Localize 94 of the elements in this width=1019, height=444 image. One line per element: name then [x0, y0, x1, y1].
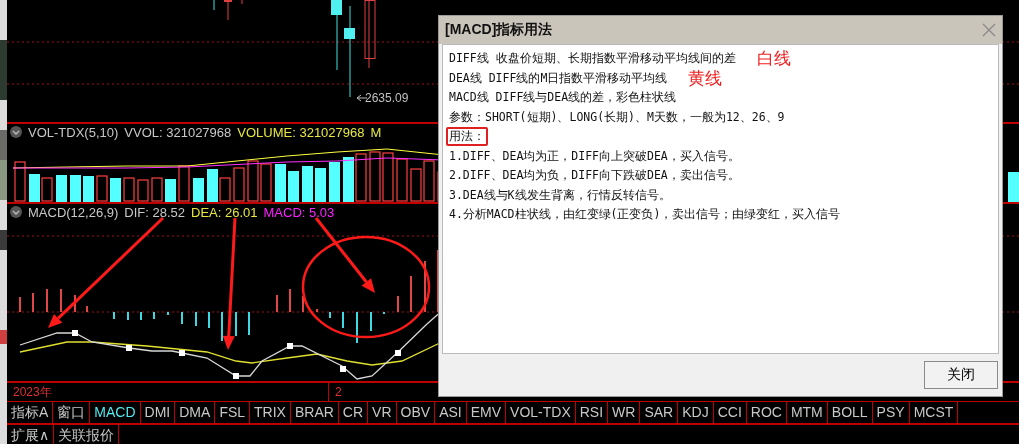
volume-bar — [410, 168, 422, 202]
candlestick — [213, 0, 215, 11]
annotation-note: 白线 — [756, 48, 791, 71]
volume-bar — [382, 152, 394, 202]
indicator-tab[interactable]: BRAR — [290, 402, 339, 423]
volume-bar — [165, 179, 176, 202]
volume-bar — [151, 177, 163, 202]
volume-bar — [343, 157, 354, 202]
candlestick — [241, 0, 243, 5]
indicator-tab[interactable]: MCST — [909, 402, 959, 423]
help-text-line: 4.分析MACD柱状线，由红变绿(正变负)，卖出信号；由绿变红，买入信号 — [448, 206, 842, 224]
indicator-tab[interactable]: 指标A — [7, 402, 54, 423]
point-marker — [287, 343, 293, 349]
indicator-tab[interactable]: SAR — [640, 402, 679, 423]
volume-bar — [178, 165, 190, 202]
chevron-down-icon[interactable] — [10, 206, 22, 218]
indicator-tab[interactable]: RSI — [575, 402, 609, 423]
volume-bar — [96, 175, 108, 202]
indicator-tab[interactable]: VOL-TDX — [506, 402, 576, 423]
indicator-name: VOL-TDX(5,10) — [28, 124, 119, 140]
annotation-note: 黄线 — [688, 67, 723, 90]
point-marker — [126, 345, 132, 351]
indicator-tab[interactable]: CR — [338, 402, 369, 423]
toolbar-tab[interactable]: 扩展∧ — [7, 425, 55, 444]
price-label: 2635.09 — [365, 91, 409, 105]
help-text-line: 2.DIFF、DEA均为负，DIFF向下跌破DEA，卖出信号。 — [448, 167, 741, 185]
volume-bar — [29, 174, 40, 202]
volume-bar — [83, 176, 94, 202]
point-marker — [233, 373, 239, 379]
indicator-tab[interactable]: OBV — [396, 402, 436, 423]
volume-bar — [260, 163, 272, 202]
volume-bar — [288, 171, 299, 202]
indicator-tab[interactable]: TRIX — [250, 402, 291, 423]
help-text-line: 参数：SHORT(短期)、LONG(长期)、M天数，一般为12、26、9 — [448, 108, 786, 126]
candlestick — [331, 0, 342, 71]
point-marker — [72, 330, 78, 336]
close-button[interactable]: 关闭 — [924, 361, 998, 389]
indicator-tab[interactable]: BOLL — [827, 402, 873, 423]
volume-bar — [329, 162, 340, 202]
help-text-line: 1.DIFF、DEA均为正，DIFF向上突破DEA，买入信号。 — [448, 147, 741, 165]
indicator-value: DEA: 26.01 — [191, 204, 258, 220]
volume-bar — [193, 178, 204, 202]
help-text-line: 3.DEA线与K线发生背离，行情反转信号。 — [448, 186, 672, 204]
indicator-tab[interactable]: CCI — [713, 402, 747, 423]
indicator-tab[interactable]: PSY — [872, 402, 910, 423]
indicator-value: VOLUME: 321027968 — [237, 124, 365, 140]
volume-bar — [247, 160, 259, 202]
volume-bar — [70, 175, 81, 202]
indicator-value: MACD: 5.03 — [263, 204, 335, 220]
indicator-tab[interactable]: DMI — [140, 402, 176, 423]
indicator-tab[interactable]: VR — [368, 402, 397, 423]
help-text-line: DEA线 DIFF线的M日指数平滑移动平均线 — [448, 69, 669, 87]
indicator-tab[interactable]: 窗口 — [53, 402, 91, 423]
volume-bar — [275, 164, 286, 202]
volume-bar — [207, 169, 218, 202]
indicator-tab[interactable]: FSL — [215, 402, 251, 423]
indicator-tab[interactable]: WR — [608, 402, 641, 423]
indicator-name: MACD(12,26,9) — [28, 204, 119, 220]
volume-bar — [219, 177, 231, 202]
indicator-value: VVOL: 321027968 — [124, 124, 232, 140]
volume-bar — [56, 175, 67, 202]
indicator-value: M — [370, 124, 382, 140]
point-marker — [179, 350, 185, 356]
volume-bar — [41, 177, 53, 202]
help-text-line: DIFF线 收盘价短期、长期指数平滑移动平均线间的差 — [448, 50, 737, 68]
candlestick — [224, 0, 232, 21]
indicator-tab[interactable]: MTM — [786, 402, 828, 423]
indicator-tab[interactable]: ROC — [746, 402, 787, 423]
volume-bar — [110, 178, 121, 202]
chevron-down-icon[interactable] — [10, 126, 22, 138]
indicator-tab[interactable]: ASI — [435, 402, 467, 423]
volume-bar — [396, 158, 408, 202]
indicator-tab[interactable]: MACD — [90, 402, 141, 423]
volume-bar — [14, 161, 26, 202]
toolbar-tab[interactable]: 关联报价 — [54, 425, 120, 444]
volume-bar — [233, 167, 245, 202]
volume-bar — [423, 160, 435, 202]
point-marker — [395, 350, 401, 356]
dialog-title: [MACD]指标用法 — [445, 21, 553, 39]
volume-bar — [369, 151, 381, 202]
indicator-tab[interactable]: EMV — [466, 402, 507, 423]
indicator-tab[interactable]: DMA — [175, 402, 216, 423]
volume-bar — [137, 179, 149, 202]
indicator-tab[interactable]: KDJ — [678, 402, 714, 423]
volume-bar — [1008, 172, 1019, 202]
volume-bar — [123, 177, 135, 202]
volume-bar — [315, 168, 326, 202]
help-text-line: MACD线 DIFF线与DEA线的差，彩色柱状线 — [448, 89, 678, 107]
date-label: 2 — [334, 384, 343, 401]
candlestick — [364, 0, 376, 69]
volume-bar — [355, 153, 367, 202]
volume-bar — [302, 166, 313, 202]
point-marker — [340, 366, 346, 372]
indicator-value: DIF: 28.52 — [124, 204, 185, 220]
